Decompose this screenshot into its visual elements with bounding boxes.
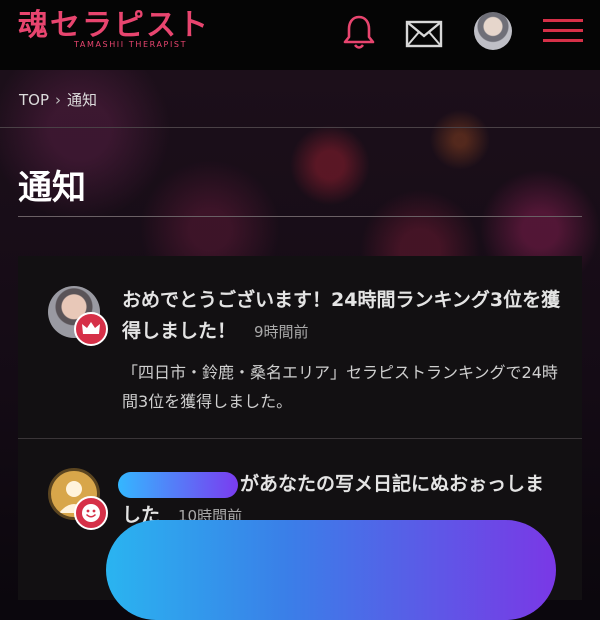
notification-body: 「四日市・鈴鹿・桑名エリア」セラピストランキングで24時間3位を獲得しました。: [122, 363, 558, 411]
crown-icon: [82, 322, 100, 334]
crown-badge: [74, 312, 108, 346]
notification-divider: [18, 438, 582, 439]
divider: [0, 127, 600, 128]
floating-banner-button[interactable]: [106, 520, 556, 620]
breadcrumb-home-link[interactable]: TOP: [19, 91, 49, 109]
notification-title: おめでとうございます！24時間ランキング3位を獲得しました！: [122, 289, 561, 342]
breadcrumb-current: 通知: [67, 91, 98, 109]
smile-badge: [74, 496, 108, 530]
hamburger-menu-icon[interactable]: [543, 16, 583, 46]
notification-time: 9時間前: [254, 323, 309, 341]
site-header: 魂セラピスト TAMASHII THERAPIST: [0, 0, 600, 70]
mail-icon[interactable]: [404, 14, 444, 54]
bell-icon[interactable]: [339, 12, 379, 52]
site-logo[interactable]: 魂セラピスト TAMASHII THERAPIST: [18, 6, 208, 54]
user-avatar[interactable]: [474, 12, 512, 50]
title-divider: [18, 216, 582, 217]
breadcrumb-separator: ›: [55, 91, 62, 109]
notification-item[interactable]: おめでとうございます！24時間ランキング3位を獲得しました！ 9時間前: [122, 285, 562, 348]
logo-subtitle: TAMASHII THERAPIST: [74, 40, 188, 49]
page-title: 通知: [18, 168, 86, 208]
smile-icon: [82, 504, 100, 522]
breadcrumb: TOP › 通知: [19, 89, 97, 110]
